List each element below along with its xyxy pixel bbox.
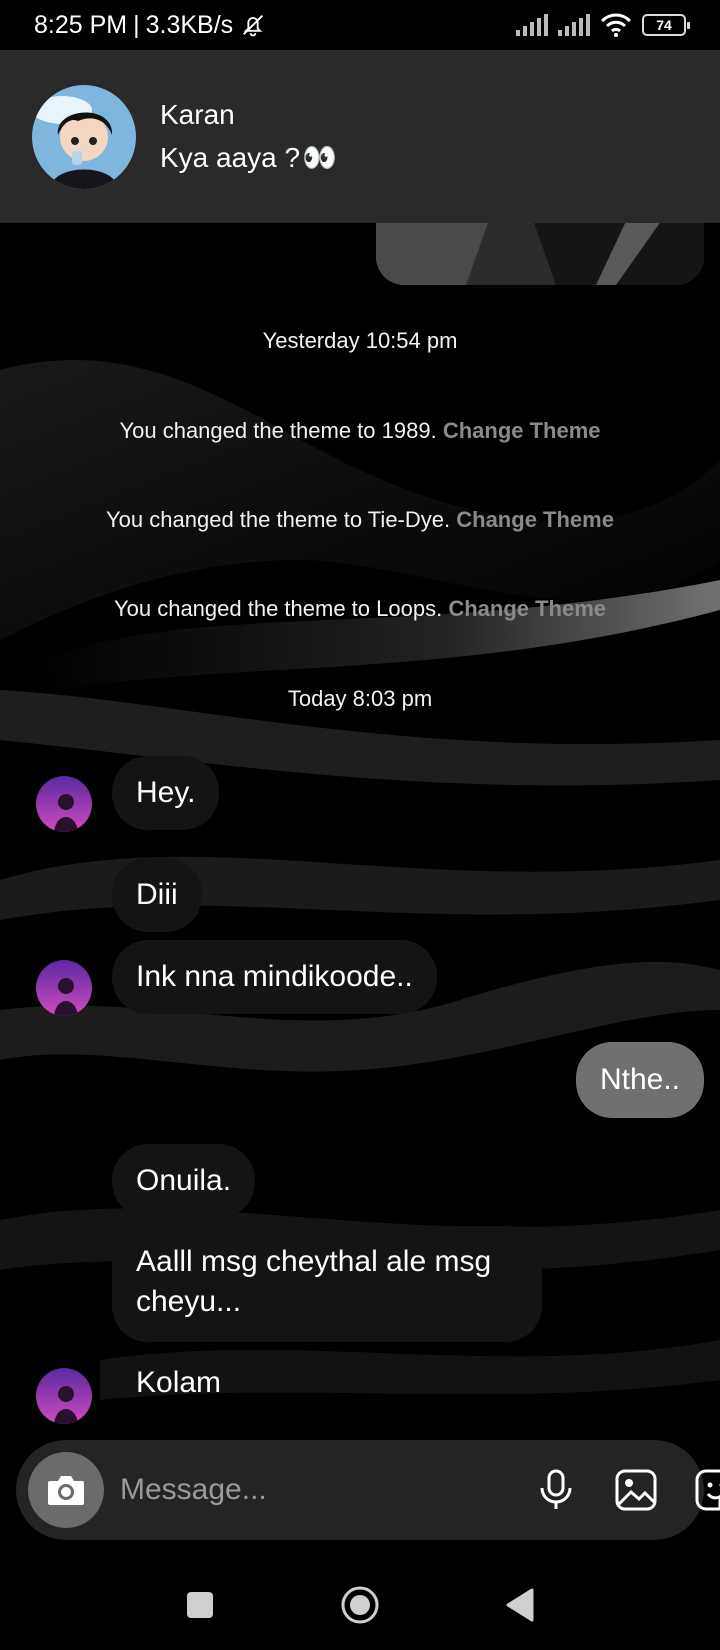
outgoing-message[interactable]: Nthe..: [575, 1042, 704, 1118]
microphone-icon: [540, 1469, 572, 1509]
timestamp-today: Today 8:03 pm: [287, 686, 433, 711]
signal-icon: [516, 14, 548, 36]
message-input[interactable]: [120, 1460, 506, 1520]
message-text: Kolam: [136, 1366, 222, 1399]
theme-event-3: You changed the theme to Loops. Change T…: [0, 596, 720, 622]
theme-event-text: You changed the theme to 1989.: [119, 418, 437, 443]
theme-event-text: You changed the theme to Loops.: [113, 596, 443, 621]
bell-off-icon: [243, 15, 264, 37]
message-text: Nthe..: [599, 1063, 680, 1096]
gallery-button[interactable]: [606, 1460, 666, 1520]
sticker-icon: [695, 1469, 720, 1511]
contact-avatar[interactable]: [36, 960, 92, 1016]
chat-thread[interactable]: Yesterday 10:54 pm You changed the theme…: [0, 0, 720, 1650]
camera-button[interactable]: [28, 1452, 104, 1528]
gallery-icon: [615, 1469, 657, 1511]
notification-text: Kya aaya ?: [160, 141, 301, 173]
change-theme-link[interactable]: Change Theme: [448, 596, 606, 621]
sender-avatar: [32, 84, 136, 189]
status-bar: 8:25 PM | 3.3KB/s 74: [0, 0, 720, 50]
camera-icon: [48, 1476, 84, 1505]
message-text: Ink nna mindikoode..: [136, 960, 413, 993]
theme-event-2: You changed the theme to Tie-Dye. Change…: [0, 507, 720, 533]
network-speed: 3.3KB/s: [145, 10, 234, 39]
voice-button[interactable]: [526, 1460, 586, 1520]
change-theme-link[interactable]: Change Theme: [443, 418, 601, 443]
notification-message: Kya aaya ? 👀: [160, 141, 337, 174]
contact-avatar[interactable]: [36, 776, 92, 832]
incoming-message[interactable]: Hey.: [112, 756, 220, 830]
recents-icon: [187, 1592, 213, 1618]
battery-level: 74: [656, 17, 672, 33]
message-text: Hey.: [136, 776, 196, 809]
sender-name: Karan: [160, 99, 235, 130]
incoming-message[interactable]: Kolam: [136, 1366, 221, 1400]
system-nav-bar: [0, 1560, 720, 1650]
status-separator: |: [133, 10, 140, 39]
incoming-message[interactable]: Aalll msg cheythal ale msg cheyu...: [112, 1226, 542, 1342]
battery-icon: 74: [642, 14, 690, 36]
theme-event-text: You changed the theme to Tie-Dye.: [106, 507, 451, 532]
recents-button[interactable]: [175, 1580, 225, 1630]
back-button[interactable]: [495, 1580, 545, 1630]
contact-avatar[interactable]: [36, 1368, 92, 1424]
home-icon: [341, 1586, 379, 1624]
message-text: Diii: [136, 878, 178, 911]
sticker-button[interactable]: [686, 1460, 720, 1520]
eyes-emoji: 👀: [302, 142, 337, 173]
theme-event-1: You changed the theme to 1989. Change Th…: [0, 418, 720, 444]
message-composer: [16, 1440, 720, 1540]
change-theme-link[interactable]: Change Theme: [456, 507, 614, 532]
status-time: 8:25 PM: [34, 10, 128, 39]
incoming-message[interactable]: Onuila.: [112, 1144, 256, 1218]
signal-icon-2: [558, 14, 590, 36]
incoming-message[interactable]: Ink nna mindikoode..: [112, 940, 437, 1014]
timestamp-yesterday: Yesterday 10:54 pm: [262, 328, 458, 353]
wifi-icon: [600, 13, 632, 37]
message-text: Onuila.: [136, 1164, 232, 1197]
home-button[interactable]: [335, 1580, 385, 1630]
back-icon: [506, 1588, 534, 1622]
incoming-message[interactable]: Diii: [112, 858, 202, 932]
message-text: Aalll msg cheythal ale msg cheyu...: [136, 1245, 492, 1318]
message-notification[interactable]: Karan Kya aaya ? 👀: [0, 50, 720, 223]
